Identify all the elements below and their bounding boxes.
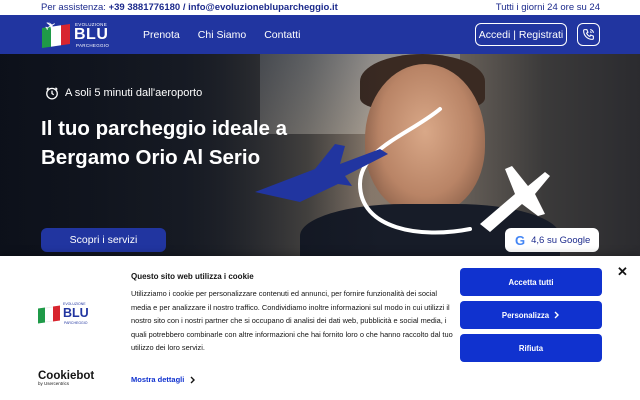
chevron-right-icon: [190, 376, 196, 383]
logo-sub-text: PARCHEGGIO: [64, 321, 88, 325]
logo-big-text: BLU: [63, 306, 89, 320]
call-button[interactable]: [577, 23, 600, 46]
show-details-link[interactable]: Mostra dettagli: [131, 375, 196, 384]
hero-title: Il tuo parcheggio ideale a Bergamo Orio …: [41, 117, 288, 169]
login-register-button[interactable]: Accedi | Registrati: [475, 23, 567, 46]
google-rating-text: 4,6 su Google: [531, 234, 591, 246]
close-icon[interactable]: ✕: [617, 264, 628, 280]
main-nav: ✈ EVOLUZIONE BLU PARCHEGGIO Prenota Chi …: [0, 15, 640, 54]
chevron-right-icon: [554, 311, 560, 319]
customize-button[interactable]: Personalizza: [460, 301, 602, 329]
hero-section: A soli 5 minuti dall'aeroporto Il tuo pa…: [0, 54, 640, 260]
italian-flag-icon: [38, 305, 60, 324]
logo-big-text: BLU: [74, 26, 109, 43]
logo-sub-text: PARCHEGGIO: [76, 43, 110, 48]
contact-separator: /: [182, 2, 186, 13]
discover-services-button[interactable]: Scopri i servizi: [41, 228, 166, 252]
cookie-title: Questo sito web utilizza i cookie: [131, 272, 254, 281]
assist-label: Per assistenza:: [41, 2, 106, 13]
google-rating-badge[interactable]: G 4,6 su Google: [505, 228, 599, 252]
reject-button[interactable]: Rifiuta: [460, 334, 602, 362]
contact-info: Per assistenza: +39 3881776180 / info@ev…: [41, 2, 338, 13]
site-logo[interactable]: ✈ EVOLUZIONE BLU PARCHEGGIO: [42, 16, 116, 51]
opening-hours: Tutti i giorni 24 ore su 24: [495, 2, 600, 13]
customize-label: Personalizza: [501, 310, 550, 320]
hero-badge-text: A soli 5 minuti dall'aeroporto: [65, 87, 203, 99]
accept-all-button[interactable]: Accetta tutti: [460, 268, 602, 296]
nav-item-chi-siamo[interactable]: Chi Siamo: [198, 29, 246, 41]
show-details-label: Mostra dettagli: [131, 375, 185, 384]
hero-badge: A soli 5 minuti dall'aeroporto: [45, 86, 202, 100]
cookie-banner: EVOLUZIONE BLU PARCHEGGIO Cookiebot by U…: [0, 256, 640, 400]
nav-item-prenota[interactable]: Prenota: [143, 29, 180, 41]
phone-link[interactable]: +39 3881776180: [109, 2, 181, 13]
nav-menu: Prenota Chi Siamo Contatti: [143, 15, 318, 54]
cookie-text: Utilizziamo i cookie per personalizzare …: [131, 289, 453, 353]
google-logo-icon: G: [515, 232, 526, 248]
phone-icon: [583, 29, 594, 40]
top-info-bar: Per assistenza: +39 3881776180 / info@ev…: [0, 0, 640, 15]
cookie-site-logo: EVOLUZIONE BLU PARCHEGGIO: [38, 301, 98, 327]
nav-item-contatti[interactable]: Contatti: [264, 29, 300, 41]
clock-icon: [46, 87, 58, 100]
email-link[interactable]: info@evoluzionebluparcheggio.it: [188, 2, 338, 13]
cookiebot-logo: Cookiebot by Usercentrics: [38, 370, 98, 386]
